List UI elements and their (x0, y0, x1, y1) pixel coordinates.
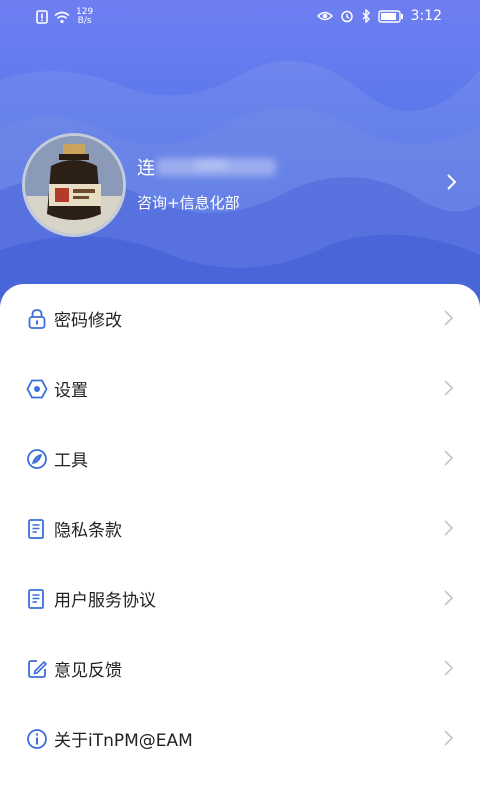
menu-item-feedback[interactable]: 意见反馈 (0, 634, 480, 704)
menu-item-label: 用户服务协议 (54, 591, 156, 611)
menu-item-label: 工具 (54, 451, 88, 471)
sim-alert-icon (36, 10, 48, 24)
clock: 3:12 (410, 8, 442, 24)
menu-item-label: 意见反馈 (54, 661, 122, 681)
avatar[interactable] (22, 133, 126, 237)
menu-item-label: 密码修改 (54, 311, 122, 331)
chevron-right-icon (444, 520, 454, 536)
chevron-right-icon (444, 380, 454, 396)
menu-item-password[interactable]: 密码修改 (0, 284, 480, 354)
info-icon (27, 729, 47, 749)
lock-icon (28, 309, 46, 329)
chevron-right-icon (444, 450, 454, 466)
document-icon (28, 589, 44, 609)
masked-account: 1800 (156, 158, 276, 176)
edit-icon (28, 660, 48, 678)
chevron-right-icon (444, 660, 454, 676)
chevron-right-icon[interactable] (442, 170, 462, 194)
eye-icon (316, 11, 333, 21)
chevron-right-icon (444, 310, 454, 326)
menu-item-user-agreement[interactable]: 用户服务协议 (0, 564, 480, 634)
avatar-photo (25, 136, 123, 234)
menu-item-about[interactable]: 关于iTnPM@EAM (0, 704, 480, 774)
user-name: 连 (137, 158, 156, 179)
network-speed: 129 B/s (76, 8, 93, 26)
alarm-icon (340, 10, 353, 23)
compass-icon (27, 449, 47, 469)
menu-item-label: 隐私条款 (54, 521, 122, 541)
bluetooth-icon (362, 9, 370, 23)
menu-item-settings[interactable]: 设置 (0, 354, 480, 424)
document-icon (28, 519, 44, 539)
network-speed-unit: B/s (77, 16, 92, 26)
status-bar: 129 B/s 3:12 (0, 0, 480, 36)
department-label: 咨询+信息化部 (137, 194, 240, 212)
menu-item-privacy[interactable]: 隐私条款 (0, 494, 480, 564)
wifi-icon (54, 11, 70, 23)
battery-icon (377, 9, 403, 23)
chevron-right-icon (444, 730, 454, 746)
menu-item-tools[interactable]: 工具 (0, 424, 480, 494)
masked-account-text: 1800 (194, 158, 228, 173)
menu-item-label: 关于iTnPM@EAM (54, 731, 193, 751)
chevron-right-icon (444, 590, 454, 606)
profile-header: 129 B/s 3:12 连 1800 咨询+信息化部 (0, 0, 480, 330)
menu-item-label: 设置 (54, 381, 88, 401)
settings-hexagon-icon (26, 379, 48, 399)
menu-card: 密码修改 设置 工具 隐私条款 用户服务协议 意见反馈 关于iTnPM@EAM (0, 284, 480, 800)
